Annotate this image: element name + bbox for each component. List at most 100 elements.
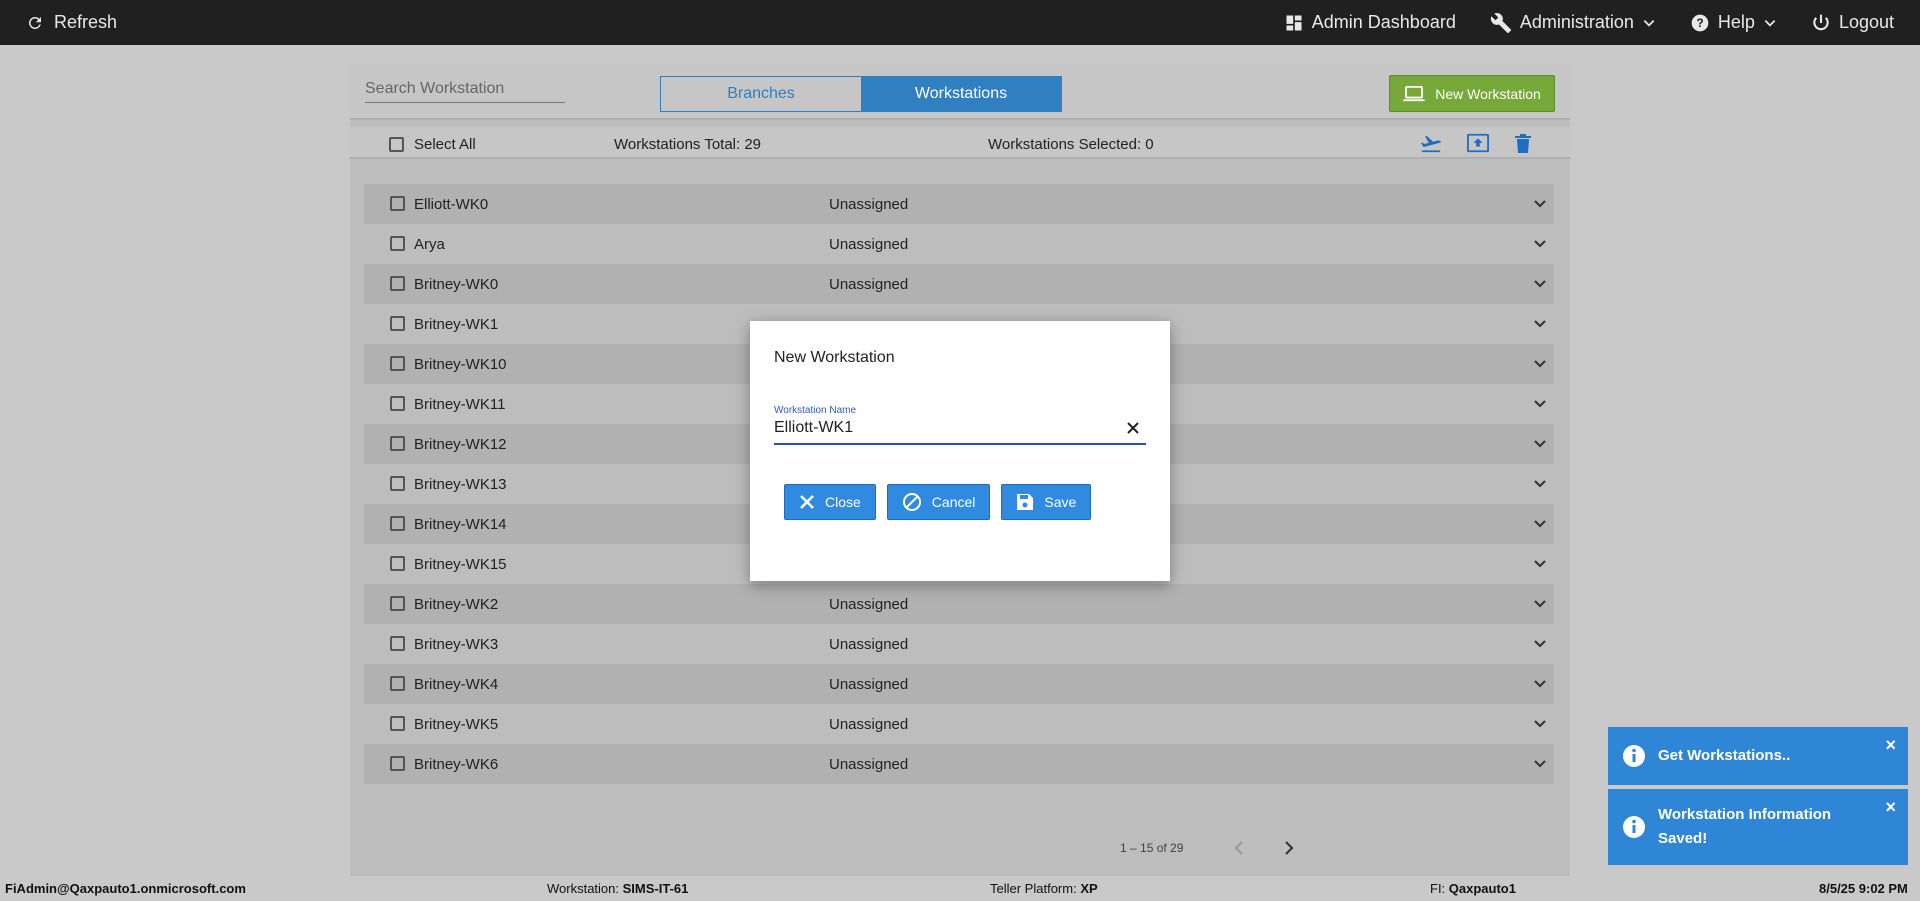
- toast-close-button[interactable]: ×: [1885, 797, 1896, 818]
- row-checkbox[interactable]: [390, 196, 405, 211]
- chevron-right-icon[interactable]: [1283, 840, 1295, 856]
- logout-label: Logout: [1838, 12, 1894, 32]
- info-icon: [1623, 745, 1645, 767]
- workstation-status: Unassigned: [829, 636, 909, 653]
- select-all-label: Select All: [414, 136, 476, 153]
- workstation-status: Unassigned: [829, 236, 909, 253]
- row-checkbox[interactable]: [390, 276, 405, 291]
- administration-menu[interactable]: Administration: [1490, 12, 1656, 34]
- chevron-down-icon[interactable]: [1534, 439, 1546, 449]
- chevron-down-icon[interactable]: [1534, 759, 1546, 769]
- help-menu[interactable]: ? Help: [1690, 12, 1777, 33]
- chevron-down-icon[interactable]: [1534, 319, 1546, 329]
- row-checkbox[interactable]: [390, 436, 405, 451]
- workstations-total: Workstations Total: 29: [614, 136, 762, 153]
- table-row[interactable]: Britney-WK0 Unassigned: [364, 264, 1554, 304]
- save-button[interactable]: Save: [1001, 484, 1092, 520]
- row-checkbox[interactable]: [390, 356, 405, 371]
- workstation-name-value: Elliott-WK1: [774, 419, 854, 436]
- toast-notification: Get Workstations.. ×: [1608, 727, 1908, 785]
- workstation-status: Unassigned: [829, 276, 909, 293]
- row-checkbox[interactable]: [390, 636, 405, 651]
- status-fi: FI: Qaxpauto1: [1430, 881, 1516, 896]
- page-range: 1 – 15 of 29: [1120, 841, 1184, 855]
- toast-close-button[interactable]: ×: [1885, 735, 1896, 756]
- status-platform-value: XP: [1080, 881, 1098, 896]
- chevron-down-icon[interactable]: [1534, 239, 1546, 249]
- refresh-button[interactable]: Refresh: [26, 0, 117, 45]
- wrench-icon: [1490, 12, 1511, 33]
- workstation-name: Britney-WK15: [414, 556, 507, 573]
- workstation-name: Britney-WK3: [414, 636, 499, 653]
- tab-branches[interactable]: Branches: [661, 77, 861, 111]
- workstation-name: Britney-WK4: [414, 676, 499, 693]
- chevron-down-icon[interactable]: [1534, 399, 1546, 409]
- row-checkbox[interactable]: [390, 516, 405, 531]
- status-platform: Teller Platform: XP: [990, 881, 1098, 896]
- status-user: FiAdmin@Qaxpauto1.onmicrosoft.com: [5, 881, 246, 896]
- airplane-departure-icon[interactable]: [1420, 133, 1442, 153]
- help-label: Help: [1717, 12, 1755, 32]
- row-checkbox[interactable]: [390, 316, 405, 331]
- workstation-name: Britney-WK2: [414, 596, 499, 613]
- workstation-name-field[interactable]: Elliott-WK1: [774, 416, 1146, 445]
- workstation-status: Unassigned: [829, 676, 909, 693]
- chevron-down-icon[interactable]: [1534, 359, 1546, 369]
- workstation-status: Unassigned: [829, 196, 909, 213]
- info-icon: [1623, 816, 1645, 838]
- chevron-down-icon[interactable]: [1534, 639, 1546, 649]
- workstation-name: Britney-WK6: [414, 756, 499, 773]
- new-workstation-button[interactable]: New Workstation: [1389, 75, 1555, 112]
- close-button[interactable]: Close: [784, 484, 876, 520]
- workstation-name: Britney-WK5: [414, 716, 499, 733]
- chevron-down-icon: [1764, 19, 1776, 27]
- table-row[interactable]: Arya Unassigned: [364, 224, 1554, 264]
- workstation-name: Britney-WK10: [414, 356, 507, 373]
- chevron-down-icon[interactable]: [1534, 279, 1546, 289]
- status-bar: FiAdmin@Qaxpauto1.onmicrosoft.com Workst…: [0, 876, 1920, 901]
- table-row[interactable]: Elliott-WK0 Unassigned: [364, 184, 1554, 224]
- status-fi-label: FI:: [1430, 881, 1446, 896]
- row-checkbox[interactable]: [390, 556, 405, 571]
- chevron-down-icon[interactable]: [1534, 719, 1546, 729]
- table-row[interactable]: Britney-WK6 Unassigned: [364, 744, 1554, 784]
- save-label: Save: [1044, 494, 1077, 510]
- search-input[interactable]: Search Workstation: [365, 80, 565, 103]
- table-row[interactable]: Britney-WK3 Unassigned: [364, 624, 1554, 664]
- row-checkbox[interactable]: [390, 476, 405, 491]
- row-checkbox[interactable]: [390, 236, 405, 251]
- administration-label: Administration: [1519, 12, 1634, 32]
- table-row[interactable]: Britney-WK4 Unassigned: [364, 664, 1554, 704]
- upload-icon[interactable]: [1467, 133, 1489, 153]
- laptop-icon: [1403, 85, 1425, 101]
- chevron-down-icon[interactable]: [1534, 479, 1546, 489]
- cancel-button[interactable]: Cancel: [886, 484, 991, 520]
- workstation-name: Britney-WK1: [414, 316, 499, 333]
- row-checkbox[interactable]: [390, 676, 405, 691]
- table-row[interactable]: Britney-WK5 Unassigned: [364, 704, 1554, 744]
- panel-toolbar: Search Workstation Branches Workstations…: [350, 64, 1570, 120]
- chevron-down-icon[interactable]: [1534, 599, 1546, 609]
- chevron-down-icon[interactable]: [1534, 559, 1546, 569]
- clear-icon[interactable]: [1126, 421, 1140, 435]
- table-row[interactable]: Britney-WK2 Unassigned: [364, 584, 1554, 624]
- admin-dashboard-link[interactable]: Admin Dashboard: [1284, 12, 1456, 33]
- trash-icon[interactable]: [1514, 133, 1532, 153]
- select-all-checkbox[interactable]: Select All: [389, 136, 476, 153]
- checkbox: [389, 137, 404, 152]
- chevron-left-icon[interactable]: [1233, 840, 1245, 856]
- chevron-down-icon: [1643, 19, 1655, 27]
- row-checkbox[interactable]: [390, 716, 405, 731]
- chevron-down-icon[interactable]: [1534, 519, 1546, 529]
- row-checkbox[interactable]: [390, 396, 405, 411]
- chevron-down-icon[interactable]: [1534, 199, 1546, 209]
- close-label: Close: [825, 494, 861, 510]
- logout-button[interactable]: Logout: [1811, 12, 1894, 33]
- tab-workstations[interactable]: Workstations: [861, 77, 1061, 111]
- toast-notification: Workstation Information Saved! ×: [1608, 789, 1908, 865]
- chevron-down-icon[interactable]: [1534, 679, 1546, 689]
- row-checkbox[interactable]: [390, 756, 405, 771]
- save-icon: [1017, 494, 1034, 510]
- row-checkbox[interactable]: [390, 596, 405, 611]
- toast-text: Get Workstations..: [1658, 747, 1791, 764]
